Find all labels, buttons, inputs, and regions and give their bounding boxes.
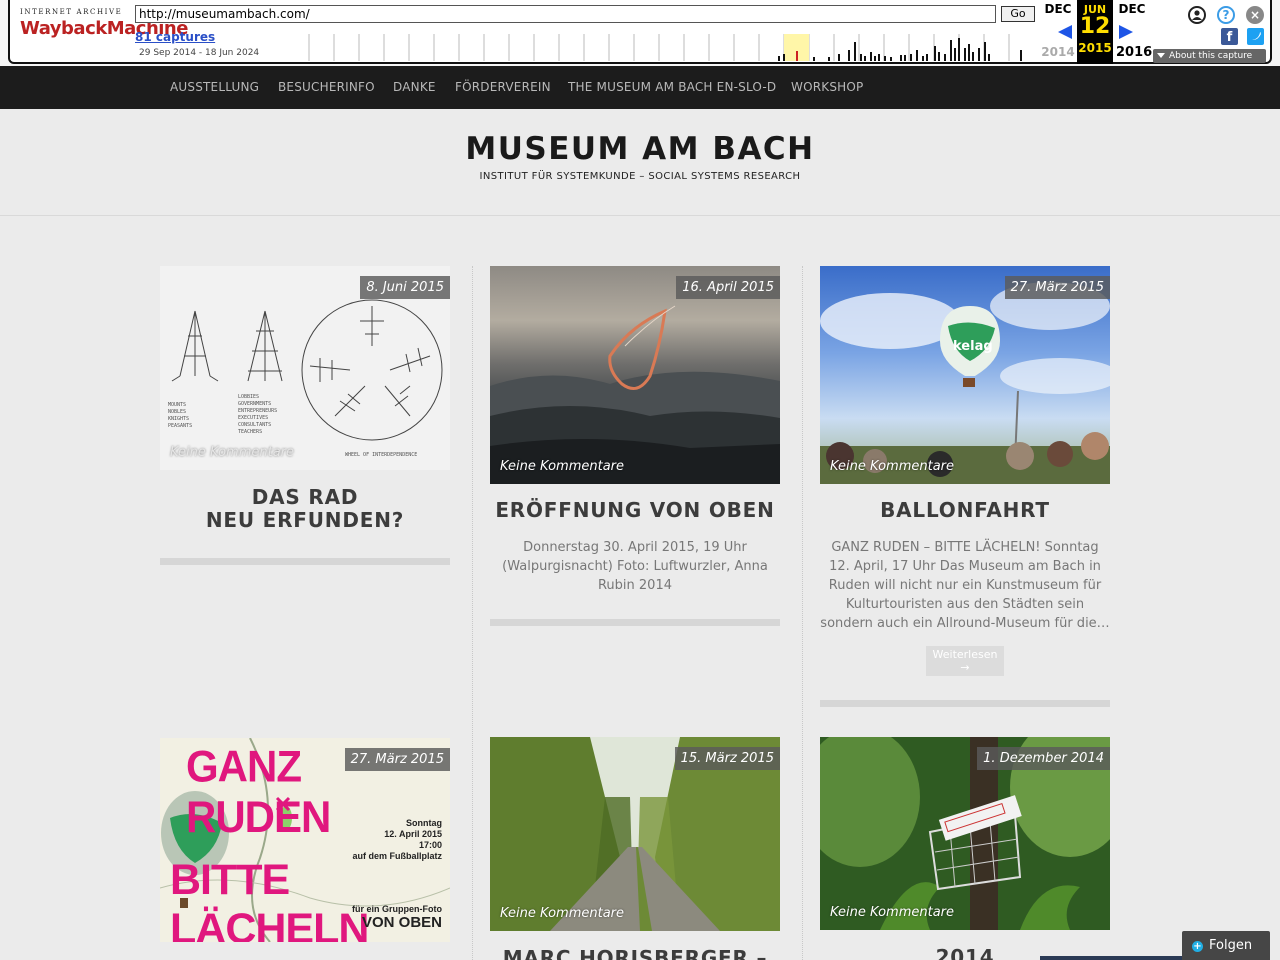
plus-icon: + xyxy=(1192,941,1203,952)
arrow-right-icon: → xyxy=(960,661,970,674)
svg-text:EXECUTIVES: EXECUTIVES xyxy=(238,415,268,421)
poster-bottom-line: für ein Gruppen-Foto xyxy=(352,904,442,914)
follow-button[interactable]: + Folgen xyxy=(1182,931,1270,960)
post-date: 27. März 2015 xyxy=(1004,276,1110,299)
poster-bottom: für ein Gruppen-Foto VON OBEN xyxy=(352,904,442,931)
post-title[interactable]: ERÖFFNUNG VON OBEN xyxy=(490,499,780,522)
post-comments-link[interactable]: Keine Kommentare xyxy=(830,459,954,474)
next-month-label: DEC xyxy=(1118,2,1146,16)
post-image-wheel-drawing[interactable]: MOUNTS NOBLES KNIGHTS PEASANTS LOBBIES GOVER… xyxy=(160,266,450,470)
nav-item-museum-en[interactable]: THE MUSEUM AM BACH EN-SLO-D xyxy=(568,80,776,94)
nav-item-workshop[interactable]: WORKSHOP xyxy=(791,80,863,94)
post-title-line: DAS RAD xyxy=(251,485,359,509)
go-button[interactable]: Go xyxy=(1001,6,1035,22)
column-divider xyxy=(802,266,803,960)
svg-text:WHEEL OF INTERDEPENDENCE: WHEEL OF INTERDEPENDENCE xyxy=(345,452,417,458)
svg-text:CONSULTANTS: CONSULTANTS xyxy=(238,422,271,428)
post-comments-link[interactable]: Keine Kommentare xyxy=(500,459,624,474)
poster-info-line: 12. April 2015 xyxy=(384,829,442,839)
post-image-hedge-maze[interactable]: 15. März 2015 Keine Kommentare xyxy=(490,737,780,931)
svg-text:GOVERNMENTS: GOVERNMENTS xyxy=(238,401,271,407)
capture-date-range: 29 Sep 2014 - 18 Jun 2024 xyxy=(139,48,260,58)
svg-text:MOUNTS: MOUNTS xyxy=(168,402,186,408)
post-title[interactable]: DAS RAD NEU ERFUNDEN? xyxy=(160,486,450,532)
about-capture-label: About this capture xyxy=(1169,51,1253,61)
about-capture-button[interactable]: About this capture xyxy=(1153,49,1266,63)
svg-text:ENTREPRENEURS: ENTREPRENEURS xyxy=(238,408,277,414)
site-title[interactable]: MUSEUM AM BACH xyxy=(0,131,1280,167)
post-title[interactable]: MARC HORISBERGER – xyxy=(490,947,780,960)
column-divider xyxy=(472,266,473,960)
read-more-button[interactable]: Weiterlesen → xyxy=(926,646,1004,676)
poster-info: Sonntag 12. April 2015 17:00 auf dem Fuß… xyxy=(352,818,442,862)
next-capture-arrow-icon[interactable] xyxy=(1119,25,1133,39)
capture-sparkline[interactable] xyxy=(308,34,1034,61)
post-comments-link[interactable]: Keine Kommentare xyxy=(830,905,954,920)
svg-text:LOBBIES: LOBBIES xyxy=(238,394,259,400)
dropdown-arrow-icon xyxy=(1157,53,1165,58)
prev-capture-arrow-icon[interactable] xyxy=(1058,25,1072,39)
wayback-logo-top: INTERNET ARCHIVE xyxy=(20,8,123,16)
poster-info-line: Sonntag xyxy=(406,818,442,828)
nav-item-foerderverein[interactable]: FÖRDERVEREIN xyxy=(455,80,551,94)
post-footer-bar xyxy=(160,558,450,565)
post-excerpt: GANZ RUDEN – BITTE LÄCHELN! Sonntag 12. … xyxy=(820,540,1110,631)
poster-bottom-line: VON OBEN xyxy=(361,914,442,931)
bottom-bar-edge xyxy=(1040,956,1190,960)
prev-month-label: DEC xyxy=(1044,2,1072,16)
svg-text:kelag: kelag xyxy=(953,339,993,354)
account-icon[interactable] xyxy=(1188,6,1206,24)
facebook-icon[interactable]: f xyxy=(1221,28,1238,45)
read-more-label: Weiterlesen xyxy=(932,648,998,661)
wayback-logo-main: WaybackMachine xyxy=(20,18,188,39)
main-nav: AUSSTELLUNG BESUCHERINFO DANKE FÖRDERVER… xyxy=(0,66,1280,109)
post-title[interactable]: BALLONFAHRT xyxy=(820,499,1110,522)
next-capture-month[interactable]: DEC xyxy=(1114,2,1150,16)
post-comments-link[interactable]: Keine Kommentare xyxy=(500,906,624,921)
follow-label: Folgen xyxy=(1209,938,1253,953)
post-date: 15. März 2015 xyxy=(674,747,780,770)
prev-capture-month[interactable]: DEC xyxy=(1040,2,1076,16)
poster-info-line: auf dem Fußballplatz xyxy=(352,851,442,861)
current-day: 12 xyxy=(1079,14,1111,39)
post-date: 27. März 2015 xyxy=(344,748,450,771)
svg-text:TEACHERS: TEACHERS xyxy=(238,429,262,435)
captures-link[interactable]: 81 captures xyxy=(135,30,215,44)
current-year: 2015 xyxy=(1078,41,1112,55)
post-comments-link[interactable]: Keine Kommentare xyxy=(170,445,294,460)
post-date: 8. Juni 2015 xyxy=(360,276,450,299)
svg-text:PEASANTS: PEASANTS xyxy=(168,423,192,429)
post-date: 1. Dezember 2014 xyxy=(977,747,1110,770)
svg-text:NOBLES: NOBLES xyxy=(168,409,186,415)
wayback-logo[interactable]: INTERNET ARCHIVE WaybackMachine xyxy=(20,8,188,48)
help-icon[interactable]: ? xyxy=(1217,6,1235,24)
site-header: MUSEUM AM BACH INSTITUT FÜR SYSTEMKUNDE … xyxy=(0,109,1280,216)
next-capture-year: 2016 xyxy=(1116,45,1153,60)
close-icon[interactable]: × xyxy=(1246,6,1264,24)
prev-capture-year: 2014 xyxy=(1041,45,1075,59)
post-image-aerial-sculpture[interactable]: 16. April 2015 Keine Kommentare xyxy=(490,266,780,484)
post-image-poster[interactable]: GANZ RUDEN BITTE LÄCHELN Sonntag 12. Apr… xyxy=(160,738,450,942)
post-image-balloon[interactable]: kelag 27. März 2015 Keine Kommentare xyxy=(820,266,1110,484)
svg-text:KNIGHTS: KNIGHTS xyxy=(168,416,189,422)
current-capture-date: JUN 12 2015 xyxy=(1077,0,1113,64)
wayback-toolbar: INTERNET ARCHIVE WaybackMachine Go 81 ca… xyxy=(0,0,1280,66)
nav-item-ausstellung[interactable]: AUSSTELLUNG xyxy=(170,80,259,94)
twitter-icon[interactable] xyxy=(1247,28,1264,45)
nav-item-danke[interactable]: DANKE xyxy=(393,80,436,94)
site-tagline: INSTITUT FÜR SYSTEMKUNDE – SOCIAL SYSTEM… xyxy=(479,171,801,182)
poster-info-line: 17:00 xyxy=(418,840,442,850)
post-title-line: NEU ERFUNDEN? xyxy=(205,508,405,532)
post-footer-bar xyxy=(490,619,780,626)
post-date: 16. April 2015 xyxy=(676,276,780,299)
post-excerpt: Donnerstag 30. April 2015, 19 Uhr (Walpu… xyxy=(502,540,768,593)
wayback-url-input[interactable] xyxy=(135,5,996,23)
post-footer-bar xyxy=(820,700,1110,707)
sparkline-captures xyxy=(778,38,1022,61)
nav-item-besucherinfo[interactable]: BESUCHERINFO xyxy=(278,80,375,94)
post-image-cage[interactable]: 1. Dezember 2014 Keine Kommentare xyxy=(820,737,1110,930)
